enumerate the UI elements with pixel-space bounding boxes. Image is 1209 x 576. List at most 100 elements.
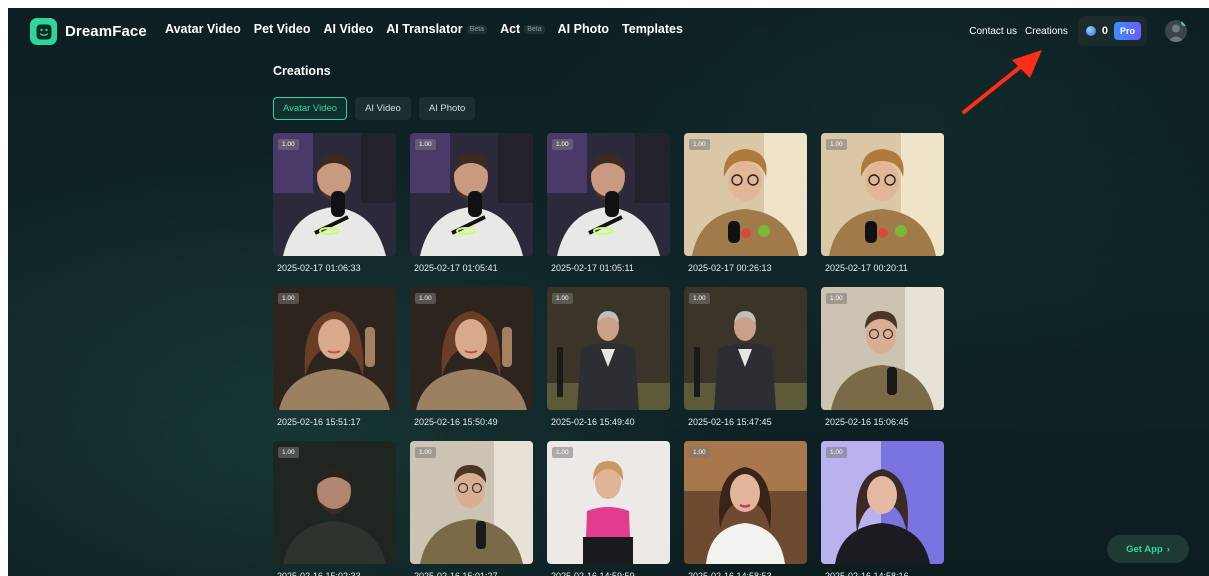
ratio-badge: 1.00 (552, 293, 573, 304)
nav-label: Act (500, 22, 521, 36)
page-title: Creations (273, 64, 331, 78)
nav-pet-video[interactable]: Pet Video (254, 22, 311, 36)
brand-name: DreamFace (65, 23, 147, 40)
creation-date: 2025-02-16 15:49:40 (551, 417, 635, 427)
creation-thumbnail[interactable]: 1.00 (547, 287, 670, 410)
creation-thumbnail[interactable]: 1.00 (410, 441, 533, 564)
creation-card[interactable]: 1.00 2025-02-16 15:47:45 (684, 287, 807, 441)
dreamface-logo-icon (30, 18, 57, 45)
creation-thumbnail[interactable]: 1.00 (821, 133, 944, 256)
creation-thumbnail[interactable]: 1.00 (273, 133, 396, 256)
creation-date: 2025-02-16 15:01:27 (414, 571, 498, 576)
ratio-badge: 1.00 (415, 139, 436, 150)
ratio-badge: 1.00 (689, 139, 710, 150)
pro-button[interactable]: Pro (1113, 22, 1141, 40)
nav-templates[interactable]: Templates (622, 22, 683, 36)
creation-date: 2025-02-17 01:06:33 (277, 263, 361, 273)
brand-logo[interactable]: DreamFace (30, 18, 147, 45)
ratio-badge: 1.00 (278, 293, 299, 304)
creations-grid: 1.00 2025-02-17 01:06:33 1.00 2025-02-17 0… (273, 133, 944, 576)
creation-card[interactable]: 1.00 2025-02-16 14:59:59 (547, 441, 670, 576)
credit-count: 0 (1101, 25, 1108, 37)
creation-thumbnail[interactable]: 1.00 (547, 441, 670, 564)
creation-thumbnail[interactable]: 1.00 (273, 287, 396, 410)
app-window: DreamFace Avatar Video Pet Video AI Video A… (8, 8, 1209, 576)
main-nav: Avatar Video Pet Video AI Video AI Translat… (165, 22, 683, 36)
creation-card[interactable]: 1.00 2025-02-16 14:58:53 (684, 441, 807, 576)
ratio-badge: 1.00 (826, 139, 847, 150)
ratio-badge: 1.00 (826, 447, 847, 458)
creation-thumbnail[interactable]: 1.00 (547, 133, 670, 256)
creation-card[interactable]: 1.00 2025-02-17 01:05:11 (547, 133, 670, 287)
creation-date: 2025-02-16 14:58:16 (825, 571, 909, 576)
creation-date: 2025-02-17 01:05:41 (414, 263, 498, 273)
ratio-badge: 1.00 (689, 447, 710, 458)
creation-card[interactable]: 1.00 2025-02-16 15:06:45 (821, 287, 944, 441)
creation-date: 2025-02-16 14:58:53 (688, 571, 772, 576)
nav-avatar-video[interactable]: Avatar Video (165, 22, 241, 36)
creation-thumbnail[interactable]: 1.00 (410, 133, 533, 256)
creation-card[interactable]: 1.00 2025-02-16 15:01:27 (410, 441, 533, 576)
beta-badge: Beta (524, 24, 545, 34)
creation-thumbnail[interactable]: 1.00 (684, 441, 807, 564)
credits-pro-box[interactable]: 0 Pro (1077, 16, 1147, 46)
get-app-button[interactable]: Get App › (1107, 535, 1189, 563)
contact-us-link[interactable]: Contact us (969, 26, 1017, 37)
ratio-badge: 1.00 (415, 293, 436, 304)
nav-label: AI Photo (557, 22, 610, 36)
ratio-badge: 1.00 (278, 447, 299, 458)
creation-card[interactable]: 1.00 2025-02-16 14:58:16 (821, 441, 944, 576)
tab-ai-video[interactable]: AI Video (355, 97, 411, 120)
creation-card[interactable]: 1.00 2025-02-17 00:20:11 (821, 133, 944, 287)
ratio-badge: 1.00 (552, 447, 573, 458)
nav-label: Avatar Video (165, 22, 241, 36)
creations-link[interactable]: Creations (1025, 26, 1068, 37)
nav-ai-translator[interactable]: AI Translator Beta (386, 22, 488, 36)
creation-thumbnail[interactable]: 1.00 (273, 441, 396, 564)
tab-ai-photo[interactable]: AI Photo (418, 97, 476, 120)
creation-card[interactable]: 1.00 2025-02-17 01:05:41 (410, 133, 533, 287)
red-arrow-annotation (962, 50, 1042, 114)
creation-card[interactable]: 1.00 2025-02-17 01:06:33 (273, 133, 396, 287)
tab-avatar-video[interactable]: Avatar Video (273, 97, 348, 120)
ratio-badge: 1.00 (826, 293, 847, 304)
user-avatar-icon[interactable] (1165, 20, 1187, 42)
header-actions: Contact us Creations 0 Pro (969, 16, 1187, 46)
nav-ai-video[interactable]: AI Video (323, 22, 373, 36)
creation-tabs: Avatar Video AI Video AI Photo (273, 97, 476, 120)
coin-icon (1085, 26, 1096, 36)
creation-thumbnail[interactable]: 1.00 (821, 287, 944, 410)
creation-date: 2025-02-17 01:05:11 (551, 263, 634, 273)
creation-date: 2025-02-16 14:59:59 (551, 571, 635, 576)
chevron-right-icon: › (1166, 543, 1170, 555)
nav-label: Pet Video (253, 22, 311, 36)
nav-label: AI Translator (386, 22, 463, 36)
get-app-label: Get App (1126, 543, 1163, 555)
nav-ai-photo[interactable]: AI Photo (558, 22, 609, 36)
nav-label: AI Video (323, 22, 374, 36)
nav-act[interactable]: Act Beta (500, 22, 545, 36)
nav-label: Templates (622, 22, 683, 36)
creation-date: 2025-02-16 15:50:49 (414, 417, 498, 427)
creation-thumbnail[interactable]: 1.00 (684, 133, 807, 256)
creation-thumbnail[interactable]: 1.00 (684, 287, 807, 410)
creation-date: 2025-02-16 15:02:33 (277, 571, 361, 576)
ratio-badge: 1.00 (415, 447, 436, 458)
creation-card[interactable]: 1.00 2025-02-16 15:51:17 (273, 287, 396, 441)
ratio-badge: 1.00 (689, 293, 710, 304)
online-status-dot (1181, 20, 1187, 26)
beta-badge: Beta (466, 24, 488, 34)
creation-date: 2025-02-16 15:47:45 (688, 417, 772, 427)
creation-date: 2025-02-17 00:26:13 (688, 263, 772, 273)
creation-date: 2025-02-16 15:06:45 (825, 417, 909, 427)
ratio-badge: 1.00 (552, 139, 573, 150)
creation-date: 2025-02-17 00:20:11 (825, 263, 908, 273)
creation-thumbnail[interactable]: 1.00 (821, 441, 944, 564)
creation-card[interactable]: 1.00 2025-02-17 00:26:13 (684, 133, 807, 287)
creation-date: 2025-02-16 15:51:17 (277, 417, 361, 427)
creation-card[interactable]: 1.00 2025-02-16 15:02:33 (273, 441, 396, 576)
creation-card[interactable]: 1.00 2025-02-16 15:50:49 (410, 287, 533, 441)
creation-card[interactable]: 1.00 2025-02-16 15:49:40 (547, 287, 670, 441)
creation-thumbnail[interactable]: 1.00 (410, 287, 533, 410)
ratio-badge: 1.00 (278, 139, 299, 150)
